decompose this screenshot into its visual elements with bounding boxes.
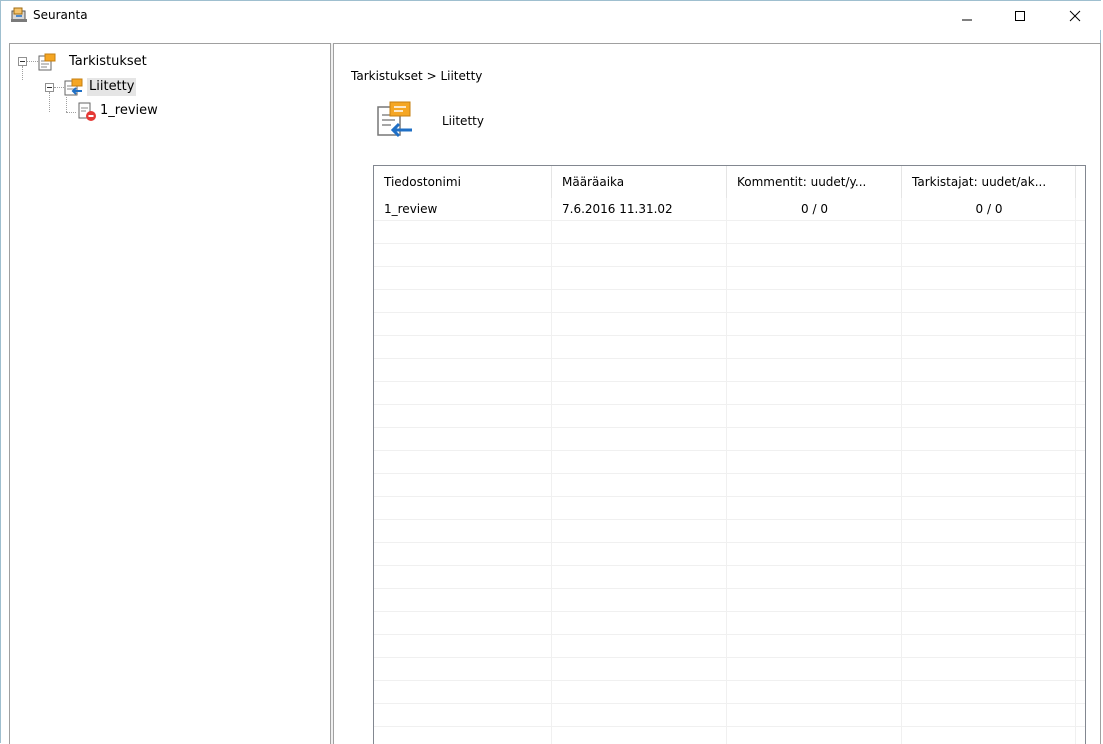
empty-table-row <box>374 474 1085 497</box>
app-icon <box>11 7 27 22</box>
tree-connector <box>66 97 68 112</box>
empty-table-row <box>374 658 1085 681</box>
tree-connector <box>27 61 38 63</box>
maximize-icon <box>1015 10 1025 21</box>
page-title: Liitetty <box>442 114 484 128</box>
minimize-button[interactable] <box>944 1 990 30</box>
breadcrumb: Tarkistukset > Liitetty <box>351 69 483 83</box>
empty-table-row <box>374 681 1085 704</box>
cell-reviewers: 0 / 0 <box>975 202 1003 216</box>
empty-table-row <box>374 566 1085 589</box>
empty-table-row <box>374 612 1085 635</box>
tree-connector <box>22 66 24 80</box>
empty-table-row <box>374 336 1085 359</box>
empty-table-row <box>374 428 1085 451</box>
empty-table-row <box>374 704 1085 727</box>
tree-connector <box>49 92 51 112</box>
empty-table-row <box>374 451 1085 474</box>
collapse-toggle-liitetty[interactable] <box>45 83 54 92</box>
cell-comments: 0 / 0 <box>801 202 828 216</box>
minimize-icon <box>962 19 972 20</box>
reviews-table[interactable]: Tiedostonimi Määräaika Kommentit: uudet/… <box>373 165 1086 744</box>
window-title: Seuranta <box>33 8 88 22</box>
title-bar[interactable]: Seuranta <box>1 1 1102 30</box>
empty-table-row <box>374 497 1085 520</box>
empty-table-row <box>374 520 1085 543</box>
empty-table-row <box>374 244 1085 267</box>
column-header-filename[interactable]: Tiedostonimi <box>374 166 552 198</box>
cell-due-date: 7.6.2016 11.31.02 <box>562 202 673 216</box>
empty-table-row <box>374 359 1085 382</box>
close-button[interactable] <box>1052 1 1098 30</box>
empty-table-row <box>374 635 1085 658</box>
empty-table-row <box>374 405 1085 428</box>
tree-connector <box>54 87 64 89</box>
review-folder-icon <box>38 53 56 71</box>
tree-item-1-review[interactable]: 1_review <box>98 102 160 120</box>
column-header-due-date[interactable]: Määräaika <box>552 166 727 198</box>
column-header-comments[interactable]: Kommentit: uudet/y... <box>727 166 902 198</box>
column-header-reviewers[interactable]: Tarkistajat: uudet/ak... <box>902 166 1076 198</box>
empty-table-row <box>374 290 1085 313</box>
tree-item-tarkistukset[interactable]: Tarkistukset <box>67 53 149 71</box>
cell-filename: 1_review <box>384 202 438 216</box>
maximize-button[interactable] <box>997 1 1043 30</box>
empty-table-row <box>374 727 1085 744</box>
empty-table-row <box>374 313 1085 336</box>
tree-item-liitetty[interactable]: Liitetty <box>87 78 137 96</box>
tree-pane[interactable] <box>9 43 331 744</box>
collapse-toggle-root[interactable] <box>18 57 27 66</box>
attached-review-icon <box>64 78 83 96</box>
review-document-error-icon <box>78 102 96 121</box>
empty-table-row <box>374 382 1085 405</box>
empty-table-row <box>374 589 1085 612</box>
tree-connector <box>66 112 76 114</box>
empty-table-row <box>374 221 1085 244</box>
attached-review-large-icon <box>377 101 412 138</box>
empty-table-row <box>374 543 1085 566</box>
close-icon <box>1069 10 1081 21</box>
empty-table-row <box>374 267 1085 290</box>
table-row[interactable]: 1_review 7.6.2016 11.31.02 0 / 0 0 / 0 <box>374 198 1085 221</box>
